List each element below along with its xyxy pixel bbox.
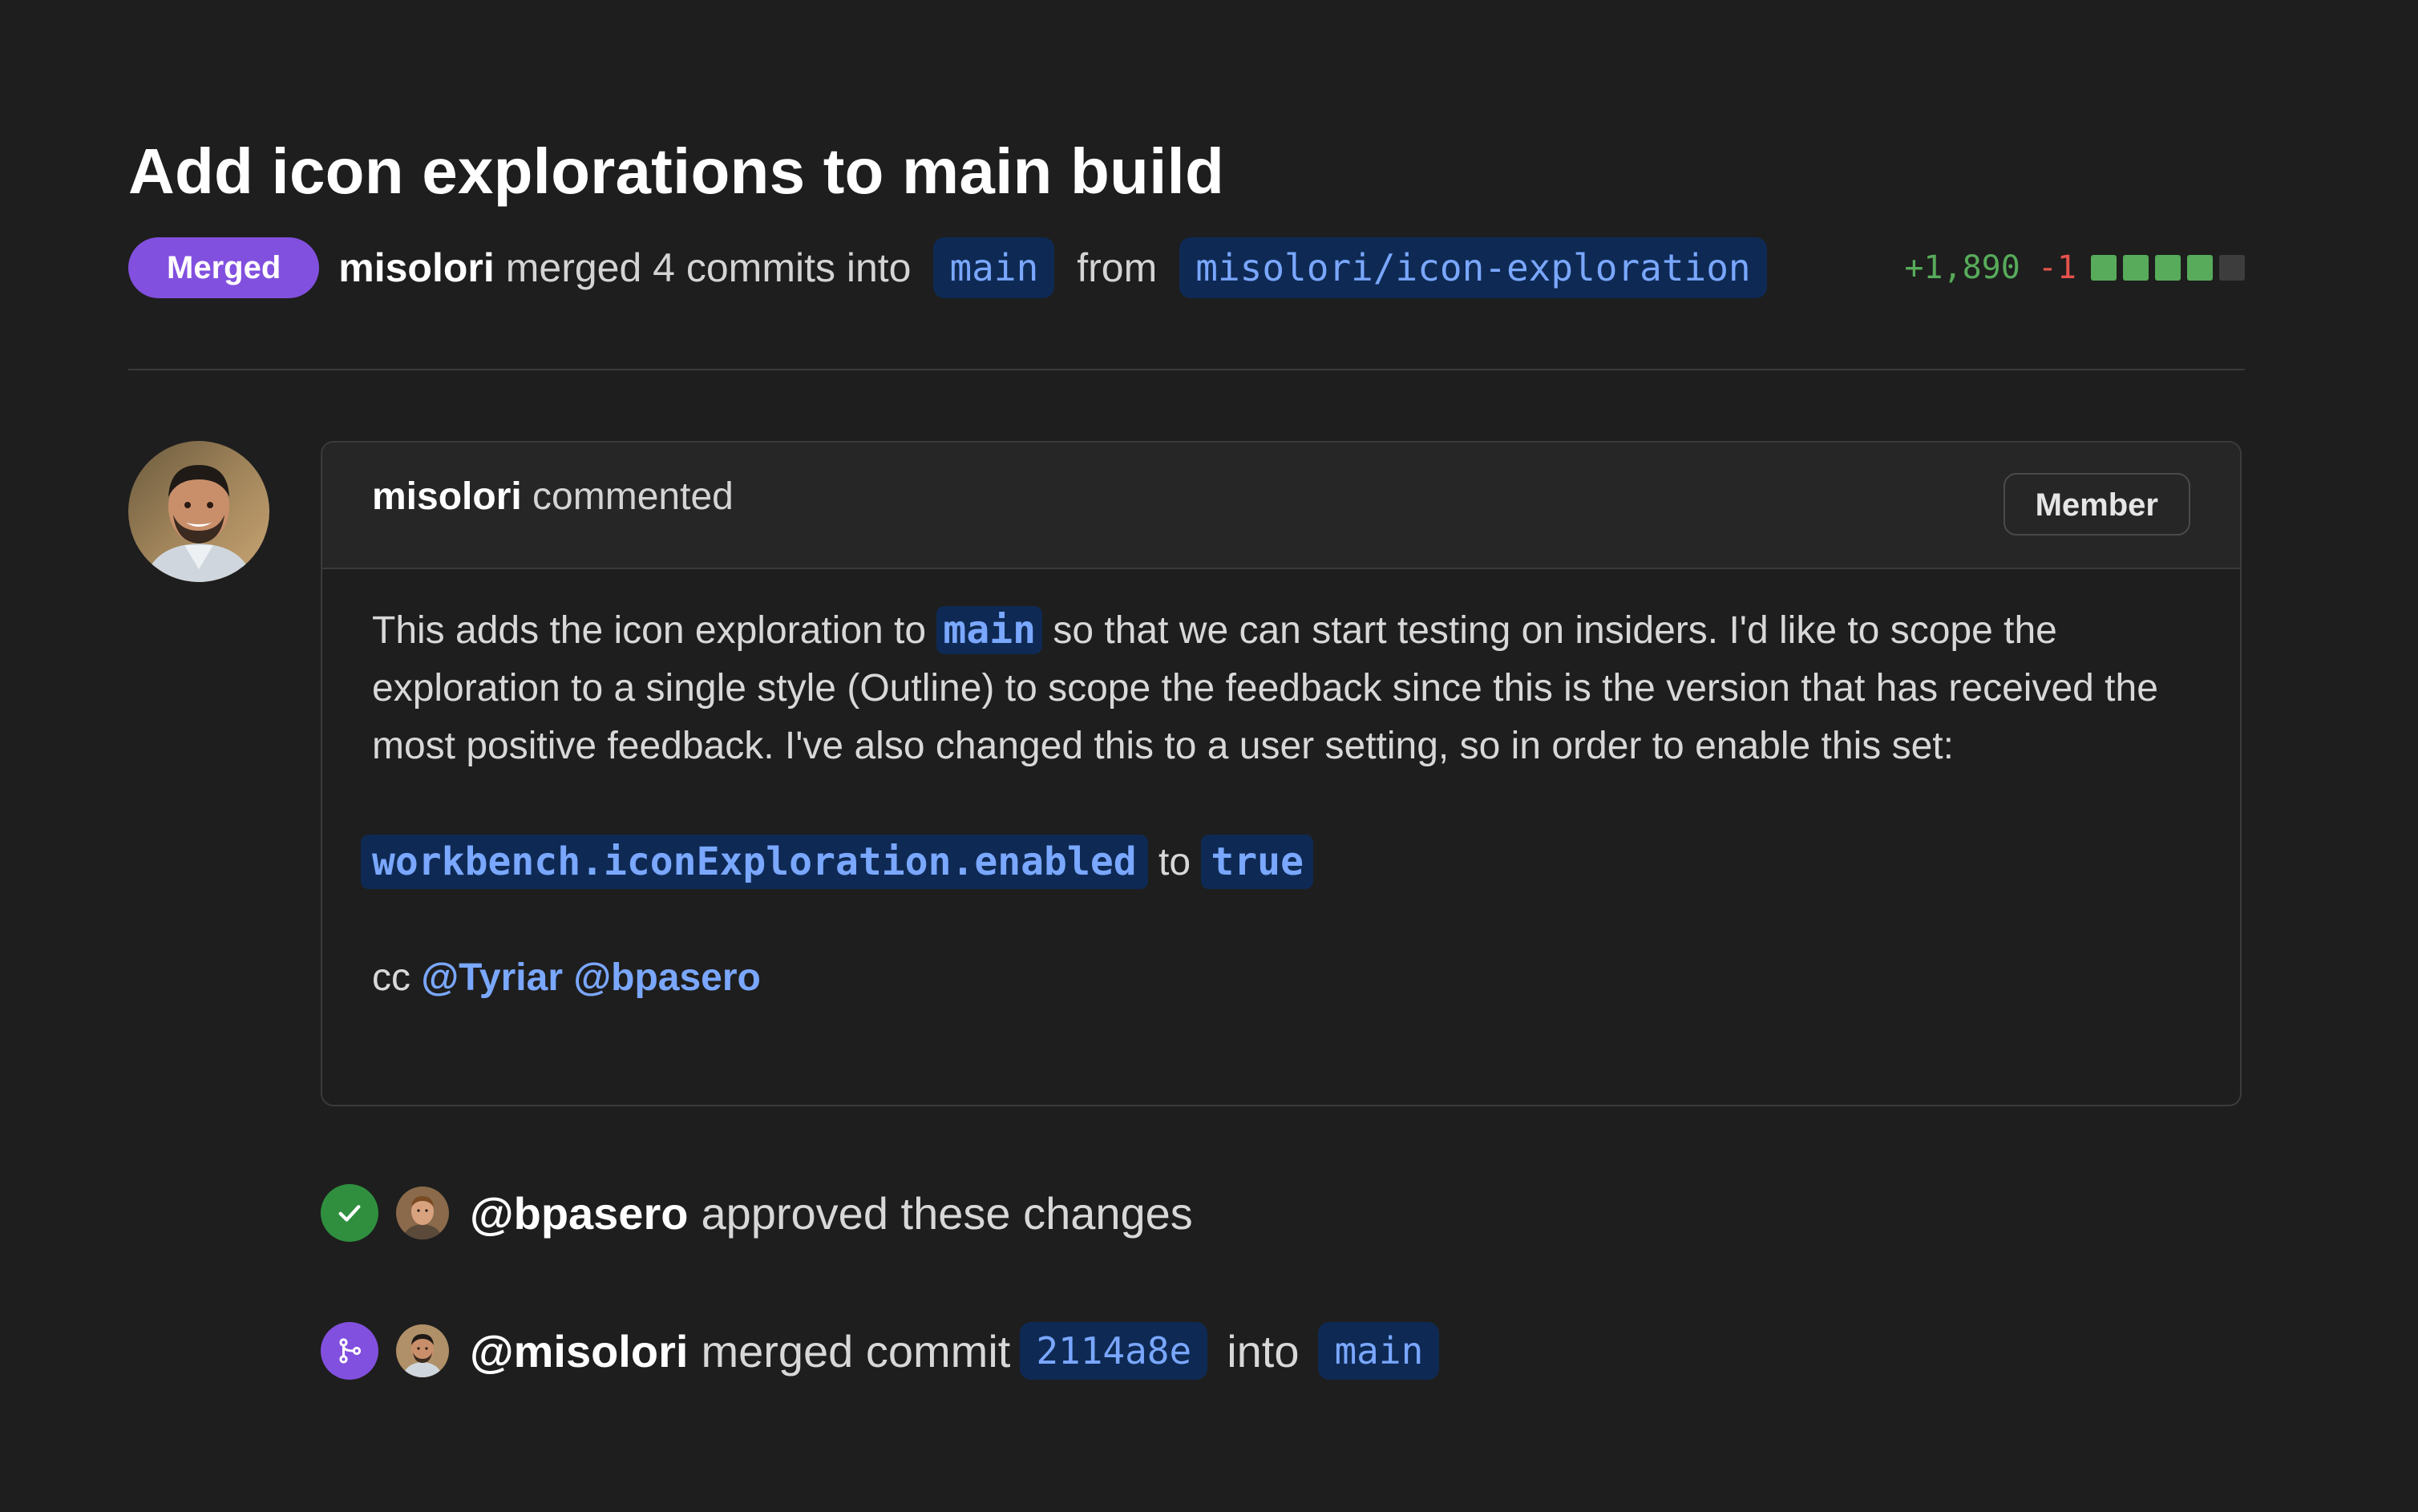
merge-user-link[interactable]: @misolori [470, 1325, 688, 1377]
deletions-count: -1 [2037, 249, 2076, 286]
from-text: from [1077, 245, 1158, 290]
avatar[interactable] [396, 1324, 449, 1377]
approval-user-link[interactable]: @bpasero [470, 1187, 688, 1239]
comment-action: commented [532, 475, 734, 518]
commit-sha-link[interactable]: 2114a8e [1020, 1322, 1208, 1380]
setting-value-code: true [1201, 835, 1313, 889]
pr-meta: Merged misolori merged 4 commits into ma… [128, 237, 1789, 298]
timeline-merge: @misolori merged commit 2114a8e into mai… [321, 1321, 1458, 1381]
head-branch[interactable]: misolori/icon-exploration [1179, 237, 1767, 298]
check-icon [321, 1184, 378, 1242]
timeline-approval: @bpasero approved these changes [321, 1183, 1193, 1243]
diffstat-bar-added [2155, 255, 2181, 281]
comment-text-start: This adds the icon exploration to [372, 609, 927, 652]
status-badge: Merged [128, 237, 320, 298]
git-merge-icon [321, 1322, 378, 1380]
additions-count: +1,890 [1904, 249, 2020, 286]
base-branch[interactable]: main [933, 237, 1055, 298]
pr-title: Add icon explorations to main build [128, 135, 1225, 207]
diffstat-bar-added [2187, 255, 2213, 281]
diffstat-bars [2091, 255, 2245, 281]
merge-commit-text: merged commit [701, 1325, 1011, 1377]
merge-branch[interactable]: main [1318, 1322, 1440, 1380]
header-divider [128, 369, 2245, 370]
comment-header: misolori commented Member [322, 443, 2240, 569]
setting-key-code: workbench.iconExploration.enabled [361, 835, 1148, 889]
setting-line: workbench.iconExploration.enabled to tru… [361, 833, 2208, 891]
diffstat-bar-added [2091, 255, 2117, 281]
comment-paragraph: This adds the icon exploration to main s… [372, 601, 2208, 775]
comment-author[interactable]: misolori [372, 475, 522, 518]
cc-line: cc @Tyriar @bpasero [372, 949, 2208, 1007]
comment-author-line: misolori commented [372, 475, 734, 519]
approval-text: approved these changes [701, 1187, 1193, 1239]
member-badge: Member [2003, 473, 2190, 536]
comment-body: This adds the icon exploration to main s… [361, 601, 2208, 1007]
into-text: into [1227, 1325, 1300, 1377]
mention-tyriar[interactable]: @Tyriar [421, 956, 563, 999]
diffstat-bar-neutral [2219, 255, 2245, 281]
mention-bpasero[interactable]: @bpasero [573, 956, 761, 999]
setting-to-text: to [1158, 841, 1191, 883]
avatar[interactable] [128, 441, 269, 582]
diffstat[interactable]: +1,890 -1 [1904, 237, 2245, 298]
avatar[interactable] [396, 1187, 449, 1239]
cc-label: cc [372, 956, 410, 999]
pr-author-link[interactable]: misolori [338, 245, 494, 291]
inline-code-main: main [936, 606, 1043, 654]
diffstat-bar-added [2123, 255, 2149, 281]
merge-text: merged 4 commits into [505, 245, 912, 290]
comment-box: misolori commented Member This adds the … [321, 441, 2242, 1106]
